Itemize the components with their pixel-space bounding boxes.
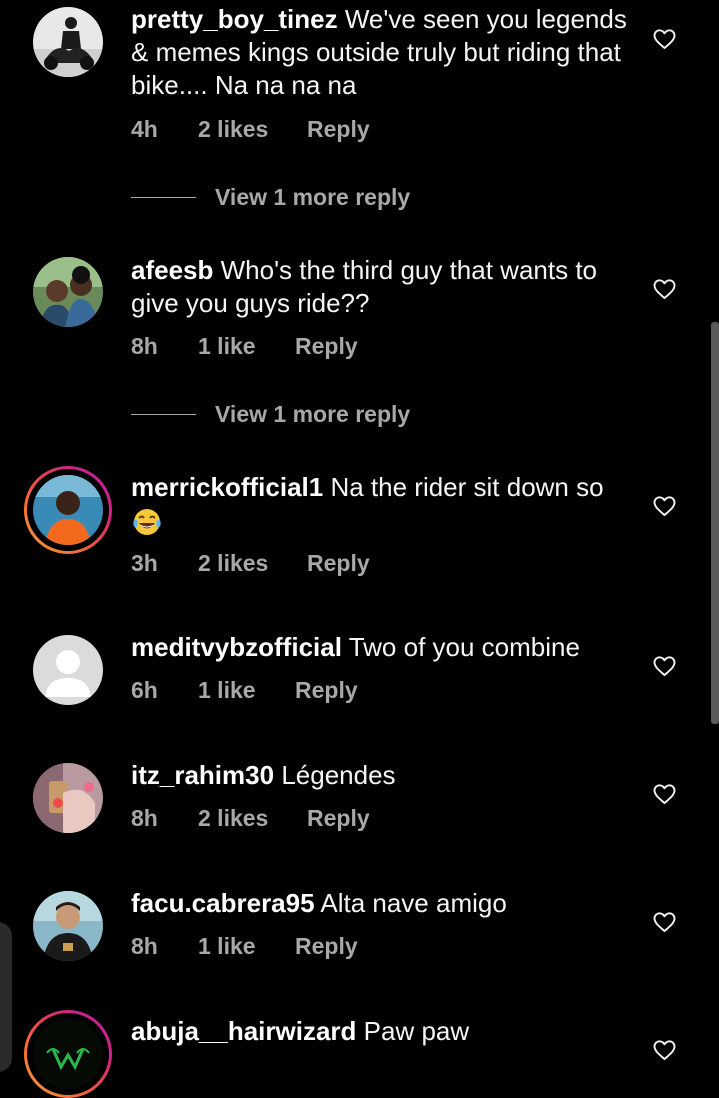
comment-username[interactable]: merrickofficial1: [131, 472, 323, 502]
comment-time: 4h: [131, 115, 158, 142]
comment-meta: 3h 2 likes Reply: [131, 548, 370, 578]
avatar[interactable]: [33, 7, 103, 77]
comment-text: facu.cabrera95 Alta nave amigo: [131, 887, 631, 920]
comment-time: 8h: [131, 332, 158, 359]
comment-username[interactable]: abuja__hairwizard: [131, 1016, 356, 1046]
comment-body: Paw paw: [363, 1016, 470, 1046]
edge-panel-handle[interactable]: [0, 922, 12, 1072]
comment-username[interactable]: pretty_boy_tinez: [131, 4, 338, 34]
avatar[interactable]: [33, 891, 103, 961]
story-ring-avatar[interactable]: [24, 1010, 112, 1098]
reply-button[interactable]: Reply: [295, 333, 358, 360]
view-more-replies[interactable]: View 1 more reply: [131, 182, 410, 212]
likes-count[interactable]: 1 like: [198, 677, 295, 704]
comment-time: 8h: [131, 932, 158, 959]
comment-username[interactable]: afeesb: [131, 255, 213, 285]
comment-username[interactable]: itz_rahim30: [131, 760, 274, 790]
comment-meta: 8h 1 like Reply: [131, 331, 358, 361]
comment-body: Légendes: [281, 760, 396, 790]
view-more-replies-label[interactable]: View 1 more reply: [215, 401, 410, 428]
comment-time: 6h: [131, 676, 158, 703]
reply-button[interactable]: Reply: [295, 933, 358, 960]
divider-line: [131, 413, 196, 415]
comment-text: merrickofficial1 Na the rider sit down s…: [131, 471, 631, 538]
comment-text: afeesb Who's the third guy that wants to…: [131, 254, 631, 320]
reply-button[interactable]: Reply: [307, 550, 370, 577]
comment-time: 3h: [131, 549, 158, 576]
avatar[interactable]: [33, 763, 103, 833]
comment-username[interactable]: meditvybzofficial: [131, 632, 342, 662]
avatar: [33, 1019, 103, 1089]
likes-count[interactable]: 2 likes: [198, 550, 307, 577]
heart-outline-icon[interactable]: [652, 277, 677, 301]
reply-button[interactable]: Reply: [295, 677, 358, 704]
divider-line: [131, 196, 196, 198]
comment-text: pretty_boy_tinez We've seen you legends …: [131, 3, 631, 102]
heart-outline-icon[interactable]: [652, 654, 677, 678]
comment-text: meditvybzofficial Two of you combine: [131, 631, 631, 664]
comment-meta: 8h 1 like Reply: [131, 931, 358, 961]
comment-body: Alta nave amigo: [320, 888, 507, 918]
comment-meta: 4h 2 likes Reply: [131, 114, 370, 144]
comment-body: Two of you combine: [348, 632, 580, 662]
scrollbar[interactable]: [711, 322, 719, 724]
comment-meta: 6h 1 like Reply: [131, 675, 358, 705]
comment-text: itz_rahim30 Légendes: [131, 759, 631, 792]
heart-outline-icon[interactable]: [652, 782, 677, 806]
heart-outline-icon[interactable]: [652, 494, 677, 518]
avatar[interactable]: [33, 257, 103, 327]
likes-count[interactable]: 1 like: [198, 333, 295, 360]
likes-count[interactable]: 1 like: [198, 933, 295, 960]
heart-outline-icon[interactable]: [652, 27, 677, 51]
likes-count[interactable]: 2 likes: [198, 116, 307, 143]
comment-text: abuja__hairwizard Paw paw: [131, 1015, 631, 1048]
heart-outline-icon[interactable]: [652, 910, 677, 934]
default-avatar-icon[interactable]: [33, 635, 103, 705]
likes-count[interactable]: 2 likes: [198, 805, 307, 832]
face-with-tears-of-joy-icon: [133, 509, 161, 536]
reply-button[interactable]: Reply: [307, 805, 370, 832]
story-ring-avatar[interactable]: [24, 466, 112, 554]
view-more-replies-label[interactable]: View 1 more reply: [215, 184, 410, 211]
view-more-replies[interactable]: View 1 more reply: [131, 399, 410, 429]
avatar: [33, 475, 103, 545]
comment-username[interactable]: facu.cabrera95: [131, 888, 315, 918]
comment-meta: 8h 2 likes Reply: [131, 803, 370, 833]
heart-outline-icon[interactable]: [652, 1038, 677, 1062]
reply-button[interactable]: Reply: [307, 116, 370, 143]
comment-body: Na the rider sit down so: [330, 472, 604, 502]
comment-time: 8h: [131, 804, 158, 831]
